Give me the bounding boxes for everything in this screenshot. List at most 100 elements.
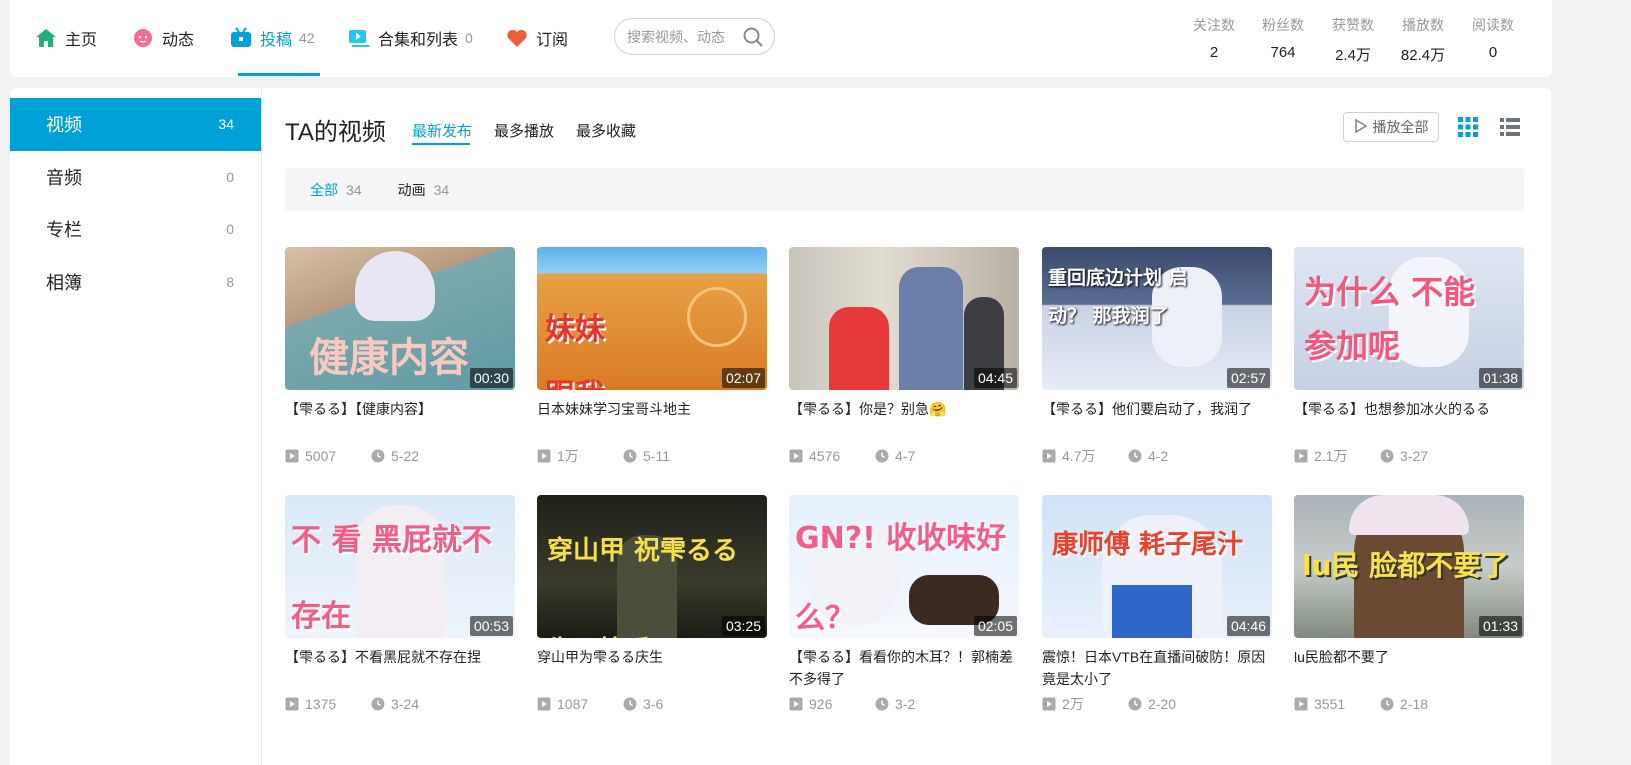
category-filter-bar: 全部 34 动画 34 bbox=[285, 168, 1524, 211]
video-title[interactable]: 【雫るる】不看黑屁就不存在捏 bbox=[285, 646, 515, 690]
nav-submissions-label: 投稿 bbox=[260, 32, 293, 49]
video-meta: 2万 2-20 bbox=[1042, 692, 1272, 716]
filter-all[interactable]: 全部 34 bbox=[310, 180, 362, 200]
video-thumbnail[interactable]: 为什么 不能参加呢 01:38 bbox=[1294, 247, 1524, 390]
play-count: 4.7万 bbox=[1062, 448, 1096, 464]
publish-date: 3-6 bbox=[643, 696, 664, 712]
list-view-icon[interactable] bbox=[1498, 115, 1522, 139]
play-count-icon bbox=[1042, 449, 1056, 463]
nav-collections-count: 0 bbox=[465, 30, 473, 46]
video-thumbnail[interactable]: 不 看 黑屁就不存在 00:53 bbox=[285, 495, 515, 638]
play-count: 5007 bbox=[305, 448, 337, 464]
nav-collections[interactable]: 合集和列表 0 bbox=[348, 24, 473, 52]
search-icon[interactable] bbox=[742, 26, 764, 53]
nav-active-underline bbox=[238, 73, 320, 76]
publish-date: 2-18 bbox=[1400, 696, 1429, 712]
play-all-button[interactable]: 播放全部 bbox=[1343, 112, 1439, 142]
video-duration: 02:07 bbox=[721, 368, 765, 388]
playlist-icon bbox=[348, 27, 370, 49]
page-title: TA的视频 bbox=[285, 119, 386, 146]
sidebar-item-articles[interactable]: 专栏 0 bbox=[10, 203, 261, 256]
video-thumbnail[interactable]: lu民 脸都不要了 01:33 bbox=[1294, 495, 1524, 638]
video-duration: 01:38 bbox=[1478, 368, 1522, 388]
video-meta: 1375 3-24 bbox=[285, 692, 515, 716]
sidebar-item-count: 8 bbox=[226, 273, 234, 290]
clock-icon bbox=[1380, 697, 1394, 711]
video-thumbnail[interactable]: 健康内容 00:30 bbox=[285, 247, 515, 390]
video-thumbnail[interactable]: 康师傅 耗子尾汁 04:46 bbox=[1042, 495, 1272, 638]
search-input[interactable] bbox=[627, 28, 737, 45]
play-count: 926 bbox=[809, 696, 833, 712]
video-card: 穿山甲 祝雫るる生日快乐 03:25 穿山甲为雫るる庆生 1087 3-6 bbox=[537, 495, 767, 716]
video-card: 妹妹 跟我学着 02:07 日本妹妹学习宝哥斗地主 1万 5-11 bbox=[537, 247, 767, 468]
sidebar-item-count: 0 bbox=[226, 221, 234, 238]
nav-submissions[interactable]: 投稿 42 bbox=[230, 24, 315, 52]
stat-fans[interactable]: 粉丝数 764 bbox=[1253, 15, 1313, 61]
sidebar-item-count: 34 bbox=[218, 116, 234, 133]
stat-value: 82.4万 bbox=[1400, 47, 1446, 64]
home-icon bbox=[35, 27, 57, 49]
tab-latest[interactable]: 最新发布 bbox=[412, 120, 472, 141]
clock-icon bbox=[875, 449, 889, 463]
sidebar-item-albums[interactable]: 相簿 8 bbox=[10, 256, 261, 309]
thumbnail-caption: 妹妹 跟我学着 bbox=[545, 312, 605, 390]
filter-count: 34 bbox=[433, 181, 450, 198]
filter-label: 动画 bbox=[397, 181, 426, 198]
filter-label: 全部 bbox=[310, 181, 338, 198]
publish-date: 5-11 bbox=[643, 448, 670, 464]
video-title[interactable]: lu民脸都不要了 bbox=[1294, 646, 1524, 690]
nav-home-label: 主页 bbox=[65, 32, 98, 49]
thumbnail-caption: 重回底边计划 启动？ 那我润了 bbox=[1048, 267, 1188, 327]
nav-subscriptions[interactable]: 订阅 bbox=[506, 24, 568, 52]
video-duration: 04:46 bbox=[1226, 616, 1270, 636]
clock-icon bbox=[371, 449, 385, 463]
play-count-icon bbox=[789, 697, 803, 711]
play-icon bbox=[1354, 118, 1368, 136]
stat-value: 2 bbox=[1209, 44, 1219, 61]
thumbnail-caption: 为什么 不能参加呢 bbox=[1304, 273, 1476, 365]
nav-dynamic[interactable]: 动态 bbox=[132, 24, 194, 52]
nav-submissions-count: 42 bbox=[299, 30, 315, 46]
sidebar-item-count: 0 bbox=[226, 168, 234, 185]
publish-date: 3-2 bbox=[895, 696, 916, 712]
stat-likes: 获赞数 2.4万 bbox=[1323, 15, 1383, 65]
video-title[interactable]: 【雫るる】也想参加冰火的るる bbox=[1294, 398, 1524, 442]
video-title[interactable]: 【雫るる】他们要启动了，我润了 bbox=[1042, 398, 1272, 442]
tab-most-favorited[interactable]: 最多收藏 bbox=[576, 120, 636, 141]
nav-subscriptions-label: 订阅 bbox=[536, 32, 569, 49]
publish-date: 4-2 bbox=[1148, 448, 1169, 464]
video-duration: 03:25 bbox=[721, 616, 765, 636]
stat-value: 764 bbox=[1270, 44, 1296, 61]
video-duration: 00:30 bbox=[469, 368, 513, 388]
stat-following[interactable]: 关注数 2 bbox=[1184, 15, 1244, 61]
clock-icon bbox=[623, 697, 637, 711]
video-thumbnail[interactable]: 04:45 bbox=[789, 247, 1019, 390]
video-thumbnail[interactable]: 妹妹 跟我学着 02:07 bbox=[537, 247, 767, 390]
video-meta: 1万 5-11 bbox=[537, 444, 767, 468]
video-title[interactable]: 穿山甲为雫るる庆生 bbox=[537, 646, 767, 690]
thumbnail-caption: 康师傅 耗子尾汁 bbox=[1052, 530, 1244, 560]
play-count-icon bbox=[285, 697, 299, 711]
video-title[interactable]: 日本妹妹学习宝哥斗地主 bbox=[537, 398, 767, 442]
sidebar-item-audio[interactable]: 音频 0 bbox=[10, 151, 261, 204]
sidebar-item-video[interactable]: 视频 34 bbox=[10, 98, 261, 151]
video-duration: 01:33 bbox=[1478, 616, 1522, 636]
play-count: 1375 bbox=[305, 696, 337, 712]
video-title[interactable]: 【雫るる】【健康内容】 bbox=[285, 398, 515, 442]
video-meta: 5007 5-22 bbox=[285, 444, 515, 468]
video-duration: 00:53 bbox=[469, 616, 513, 636]
grid-view-icon[interactable] bbox=[1456, 115, 1480, 139]
video-card: 重回底边计划 启动？ 那我润了 02:57 【雫るる】他们要启动了，我润了 4.… bbox=[1042, 247, 1272, 468]
video-duration: 02:57 bbox=[1226, 368, 1270, 388]
video-title[interactable]: 震惊！日本VTB在直播间破防！原因竟是太小了 bbox=[1042, 646, 1272, 690]
video-thumbnail[interactable]: GN?! 收收味好么？ 02:05 bbox=[789, 495, 1019, 638]
video-title[interactable]: 【雫るる】你是？别急🤗 bbox=[789, 398, 1019, 442]
video-title[interactable]: 【雫るる】看看你的木耳？！郭楠差不多得了 bbox=[789, 646, 1019, 690]
filter-animation[interactable]: 动画 34 bbox=[398, 180, 450, 200]
video-thumbnail[interactable]: 重回底边计划 启动？ 那我润了 02:57 bbox=[1042, 247, 1272, 390]
tab-most-played[interactable]: 最多播放 bbox=[494, 120, 554, 141]
stat-plays: 播放数 82.4万 bbox=[1393, 15, 1453, 65]
clock-icon bbox=[1128, 697, 1142, 711]
nav-home[interactable]: 主页 bbox=[35, 24, 97, 52]
video-thumbnail[interactable]: 穿山甲 祝雫るる生日快乐 03:25 bbox=[537, 495, 767, 638]
